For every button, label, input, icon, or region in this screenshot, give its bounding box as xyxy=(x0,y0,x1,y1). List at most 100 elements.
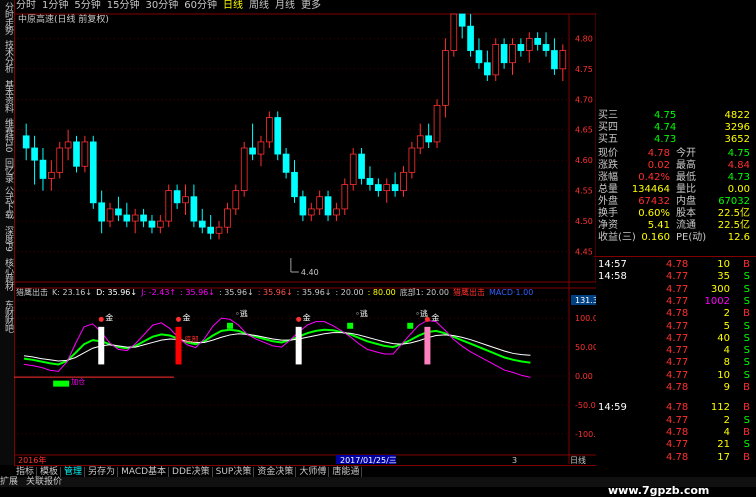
candle-body[interactable] xyxy=(500,44,508,64)
kline-chart[interactable]: 4.45 4.50 4.55 4.60 4.65 4.70 4.75 4.80 中原高速(日线 … xyxy=(14,0,596,464)
candle-body[interactable] xyxy=(467,25,474,51)
trade-side: B xyxy=(743,259,750,270)
candle-body[interactable] xyxy=(123,214,131,222)
candle-body[interactable] xyxy=(249,147,256,155)
candle-body[interactable] xyxy=(450,13,458,51)
candle-body[interactable] xyxy=(542,44,550,51)
candle-body[interactable] xyxy=(198,220,206,228)
trade-price: 4.77 xyxy=(666,439,689,451)
candle-body[interactable] xyxy=(475,50,483,64)
candle-body[interactable] xyxy=(416,135,424,149)
candle-body[interactable] xyxy=(391,184,399,192)
candle-body[interactable] xyxy=(257,141,265,155)
candle-body[interactable] xyxy=(157,220,164,228)
candle-body[interactable] xyxy=(106,208,114,222)
left-tab-1[interactable]: 技术分析 xyxy=(1,40,13,72)
candle-body[interactable] xyxy=(190,196,198,222)
candle-body[interactable] xyxy=(31,147,38,161)
indicator-tab-1[interactable]: 模板 xyxy=(38,467,62,477)
candle-body[interactable] xyxy=(182,196,189,204)
left-tab-6[interactable]: 深度F9 xyxy=(1,226,13,251)
quote-value: 4.84 xyxy=(727,160,750,171)
left-tab-0[interactable]: 分时走势 xyxy=(1,2,13,34)
candle-body[interactable] xyxy=(173,190,181,204)
candle-body[interactable] xyxy=(81,141,89,167)
candle-body[interactable] xyxy=(131,214,139,222)
candle-body[interactable] xyxy=(274,117,282,155)
candle-body[interactable] xyxy=(240,147,248,192)
left-tab-5[interactable]: 公式下载 xyxy=(1,186,13,218)
indicator-header-item: : 80.00 xyxy=(368,288,396,297)
candle-body[interactable] xyxy=(366,178,374,185)
candle-body[interactable] xyxy=(358,153,365,179)
indicator-tab-9[interactable]: 唐能通 xyxy=(330,467,363,477)
trade-side: S xyxy=(743,320,750,332)
candle-body[interactable] xyxy=(349,153,357,185)
candle-body[interactable] xyxy=(282,153,290,173)
candle-body[interactable] xyxy=(484,62,491,76)
candle-body[interactable] xyxy=(224,208,231,228)
candle-body[interactable] xyxy=(517,44,525,51)
candle-body[interactable] xyxy=(400,171,407,192)
candle-body[interactable] xyxy=(525,37,533,51)
candle-body[interactable] xyxy=(425,135,432,143)
candle-body[interactable] xyxy=(458,13,466,27)
indicator-tab-3[interactable]: 另存为 xyxy=(86,467,119,477)
candle-body[interactable] xyxy=(307,208,315,216)
price-panel-frame xyxy=(14,13,596,283)
status-item-1[interactable]: 关联报价 xyxy=(26,477,62,487)
candle-body[interactable] xyxy=(433,104,441,143)
left-tab-7[interactable]: 核心题材 xyxy=(1,258,13,290)
candle-body[interactable] xyxy=(89,141,97,204)
candle-body[interactable] xyxy=(266,117,273,143)
candle-body[interactable] xyxy=(148,220,156,228)
candle-body[interactable] xyxy=(442,50,449,106)
left-tab-8[interactable]: 东财财吧 xyxy=(1,300,13,332)
left-tab-4[interactable]: 回忆录 xyxy=(1,158,13,182)
indicator-tab-7[interactable]: 资金决策 xyxy=(255,467,297,477)
candle-body[interactable] xyxy=(115,208,122,216)
candle-body[interactable] xyxy=(64,141,72,149)
quote-value: 0.42% xyxy=(638,172,670,183)
quote-label: 换手 xyxy=(598,208,618,219)
candle-body[interactable] xyxy=(215,226,223,234)
candle-body[interactable] xyxy=(559,50,567,70)
candle-body[interactable] xyxy=(551,50,558,70)
candle-body[interactable] xyxy=(299,196,307,216)
candle-body[interactable] xyxy=(492,44,500,76)
indicator-tab-8[interactable]: 大师傅 xyxy=(297,467,330,477)
chart-title: 中原高速(日线 前复权) xyxy=(18,13,109,25)
candle-body[interactable] xyxy=(316,196,323,210)
candle-body[interactable] xyxy=(375,184,382,192)
status-item-0[interactable]: 扩展 xyxy=(0,477,18,487)
candle-body[interactable] xyxy=(98,202,105,222)
candle-body[interactable] xyxy=(341,184,349,210)
left-tab-2[interactable]: 基本资料 xyxy=(1,80,13,112)
candle-body[interactable] xyxy=(22,135,30,149)
indicator-tab-0[interactable]: 指标 xyxy=(14,467,38,477)
left-tab-3[interactable]: 维赛特10 xyxy=(1,118,13,151)
indicator-tick-label: 100.00 xyxy=(575,314,596,323)
quote-row: 净资 5.41 流通 22.5亿 xyxy=(594,220,756,231)
candle-body[interactable] xyxy=(140,214,147,222)
candle-body[interactable] xyxy=(509,44,516,64)
indicator-tab-4[interactable]: MACD基本 xyxy=(119,467,170,477)
candle-body[interactable] xyxy=(48,171,55,179)
candle-body[interactable] xyxy=(534,37,541,45)
candle-body[interactable] xyxy=(333,208,340,216)
candle-body[interactable] xyxy=(73,141,80,167)
indicator-tab-6[interactable]: SUP决策 xyxy=(213,467,255,477)
candle-body[interactable] xyxy=(324,196,332,216)
trade-side: S xyxy=(743,332,750,344)
candle-body[interactable] xyxy=(408,147,416,173)
candle-body[interactable] xyxy=(232,190,240,210)
indicator-tab-5[interactable]: DDE决策 xyxy=(170,467,213,477)
indicator-tab-2[interactable]: 管理 xyxy=(62,467,86,477)
candle-body[interactable] xyxy=(56,147,64,173)
candle-body[interactable] xyxy=(207,226,214,234)
candle-body[interactable] xyxy=(383,184,391,192)
candle-body[interactable] xyxy=(291,171,298,198)
quote-value: 5.41 xyxy=(647,220,670,231)
candle-body[interactable] xyxy=(39,159,47,179)
candle-body[interactable] xyxy=(165,190,173,222)
